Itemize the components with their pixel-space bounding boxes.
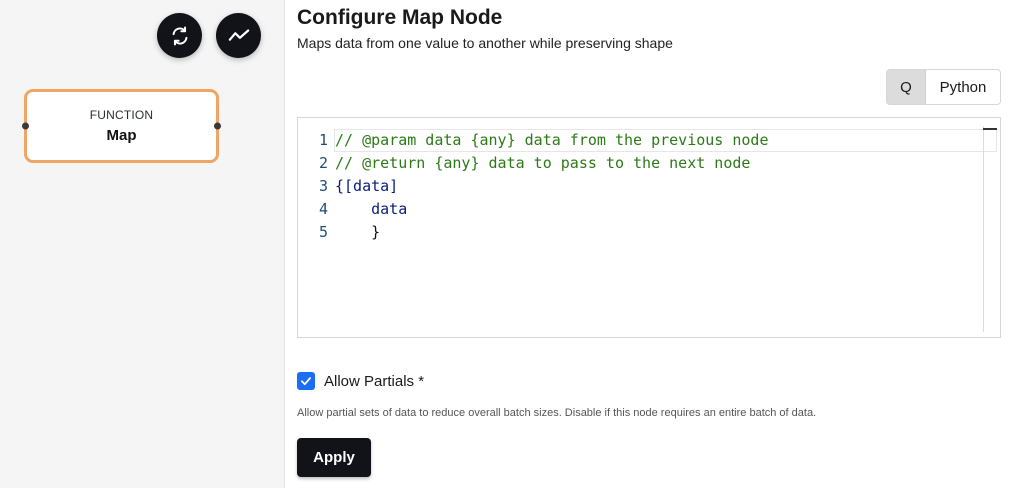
- node-type-label: FUNCTION: [89, 108, 154, 122]
- node-output-handle[interactable]: [214, 122, 221, 130]
- code-line[interactable]: data: [335, 198, 1000, 221]
- panel-title: Configure Map Node: [297, 6, 503, 29]
- code-line[interactable]: // @return {any} data to pass to the nex…: [335, 152, 1000, 175]
- trend-button[interactable]: [216, 13, 261, 58]
- app-root: FUNCTION Map Configure Map Node Maps dat…: [0, 0, 1011, 488]
- map-function-node[interactable]: FUNCTION Map: [22, 89, 221, 163]
- editor-overview-marker[interactable]: [983, 128, 997, 130]
- code-line[interactable]: // @param data {any} data from the previ…: [335, 129, 1000, 152]
- language-option-q[interactable]: Q: [887, 70, 926, 104]
- code-line[interactable]: }: [335, 221, 1000, 244]
- editor-scrollbar-track[interactable]: [983, 126, 984, 332]
- refresh-button[interactable]: [157, 13, 202, 58]
- flow-canvas[interactable]: FUNCTION Map: [0, 0, 285, 488]
- config-panel: Configure Map Node Maps data from one va…: [297, 0, 1001, 488]
- allow-partials-hint: Allow partial sets of data to reduce ove…: [297, 407, 817, 419]
- language-option-python[interactable]: Python: [926, 70, 1000, 104]
- panel-subtitle: Maps data from one value to another whil…: [297, 35, 673, 51]
- line-number: 4: [318, 200, 328, 218]
- line-number: 5: [318, 223, 328, 241]
- code-editor[interactable]: 1 2 3 4 5 // @param data {any} data from…: [297, 117, 1001, 338]
- line-number: 2: [318, 154, 328, 172]
- trend-line-icon: [228, 28, 249, 41]
- apply-button[interactable]: Apply: [297, 438, 371, 477]
- node-input-handle[interactable]: [22, 122, 29, 130]
- refresh-icon: [172, 26, 187, 45]
- language-toggle: Q Python: [886, 69, 1001, 105]
- allow-partials-checkbox[interactable]: [297, 372, 315, 390]
- allow-partials-row: Allow Partials *: [297, 372, 424, 390]
- code-line[interactable]: {[data]: [335, 175, 1000, 198]
- code-lines[interactable]: // @param data {any} data from the previ…: [335, 118, 1000, 244]
- allow-partials-label: Allow Partials *: [324, 372, 425, 390]
- line-number-gutter: 1 2 3 4 5: [298, 118, 330, 244]
- node-name-label: Map: [106, 127, 137, 144]
- checkmark-icon: [301, 377, 311, 386]
- line-number: 3: [318, 177, 328, 195]
- line-number: 1: [318, 131, 328, 149]
